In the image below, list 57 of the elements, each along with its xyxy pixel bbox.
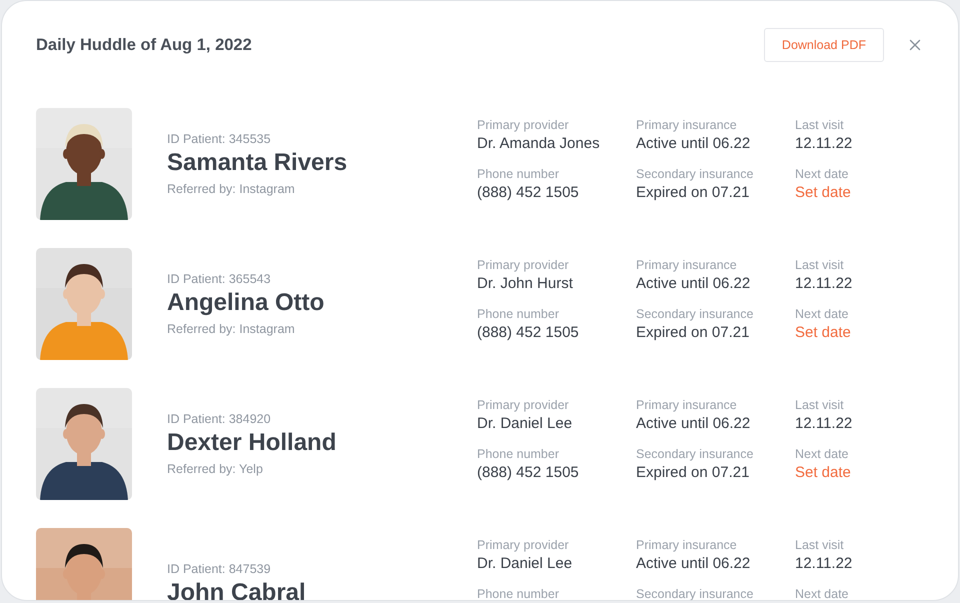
field-label: Next date (795, 587, 849, 600)
patient-id: ID Patient: 365543 (167, 272, 272, 286)
field-label: Last visit (795, 398, 844, 412)
field-label: Primary provider (477, 258, 569, 272)
field-value: Active until 06.22 (636, 415, 750, 432)
field-label: Phone number (477, 307, 560, 321)
field-value: Dr. Daniel Lee (477, 415, 572, 432)
field-value: (888) 452 1505 (477, 324, 579, 341)
field-label: Secondary insurance (636, 447, 754, 461)
field-label: Phone number (477, 167, 560, 181)
patient-name: John Cabral (167, 578, 307, 600)
field-value: Active until 06.22 (636, 135, 750, 152)
field-value: Dr. John Hurst (477, 275, 573, 292)
patient-id: ID Patient: 345535 (167, 132, 272, 146)
field-label: Secondary insurance (636, 167, 754, 181)
field-label: Primary insurance (636, 398, 737, 412)
set-date-link[interactable]: Set date (795, 324, 851, 341)
field-label: Primary provider (477, 118, 569, 132)
dialog-title: Daily Huddle of Aug 1, 2022 (36, 36, 253, 54)
referral-source: Referred by: Instagram (167, 322, 296, 336)
field-label: Primary insurance (636, 118, 737, 132)
field-value: (888) 452 1505 (477, 464, 579, 481)
field-value: 12.11.22 (795, 415, 852, 432)
patient-name: Samanta Rivers (167, 149, 348, 177)
field-label: Secondary insurance (636, 307, 754, 321)
field-label: Primary provider (477, 398, 569, 412)
field-value: 12.11.22 (795, 135, 852, 152)
field-value: Expired on 07.21 (636, 184, 750, 201)
field-label: Primary provider (477, 538, 569, 552)
field-label: Primary insurance (636, 258, 737, 272)
patient-id: ID Patient: 847539 (167, 562, 272, 576)
field-value: Active until 06.22 (636, 555, 750, 572)
field-value: Expired on 07.21 (636, 464, 750, 481)
field-label: Last visit (795, 538, 844, 552)
set-date-link[interactable]: Set date (795, 464, 851, 481)
field-label: Next date (795, 447, 849, 461)
field-value: 12.11.22 (795, 555, 852, 572)
field-value: Dr. Amanda Jones (477, 135, 600, 152)
set-date-link[interactable]: Set date (795, 184, 851, 201)
field-value: Expired on 07.21 (636, 324, 750, 341)
field-label: Next date (795, 167, 849, 181)
field-label: Last visit (795, 118, 844, 132)
field-label: Phone number (477, 447, 560, 461)
field-label: Phone number (477, 587, 560, 600)
field-label: Primary insurance (636, 538, 737, 552)
patient-name: Dexter Holland (167, 429, 338, 457)
field-label: Last visit (795, 258, 844, 272)
field-value: Active until 06.22 (636, 275, 750, 292)
download-pdf-button[interactable]: Download PDF (764, 28, 884, 62)
patient-name: Angelina Otto (167, 289, 326, 317)
field-value: (888) 452 1505 (477, 184, 579, 201)
field-label: Next date (795, 307, 849, 321)
field-value: Dr. Daniel Lee (477, 555, 572, 572)
patient-id: ID Patient: 384920 (167, 412, 272, 426)
referral-source: Referred by: Yelp (167, 462, 264, 476)
field-value: 12.11.22 (795, 275, 852, 292)
referral-source: Referred by: Instagram (167, 182, 296, 196)
